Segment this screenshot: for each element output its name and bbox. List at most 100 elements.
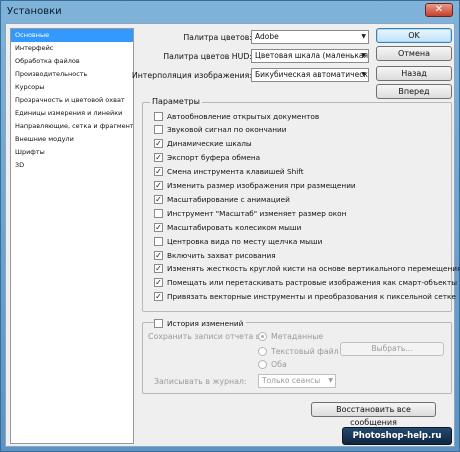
option-label: Изменить размер изображения при размещен…	[167, 181, 356, 190]
preferences-window: Установки ✕ Основные Интерфейс Обработка ф…	[0, 0, 460, 452]
chevron-down-icon: ▼	[361, 33, 366, 40]
category-list[interactable]: Основные Интерфейс Обработка файлов Произво…	[10, 28, 134, 444]
interpolation-value: Бикубическая автоматическая	[255, 70, 369, 79]
option-row[interactable]: ✓ Изменить размер изображения при размеще…	[154, 180, 356, 192]
interpolation-select[interactable]: Бикубическая автоматическая ▼	[251, 68, 369, 82]
save-to-label: Сохранить записи отчета в:	[148, 331, 263, 341]
checkbox-unchecked[interactable]	[154, 208, 163, 218]
option-row[interactable]: Центровка вида по месту щелчка мыши	[154, 235, 322, 247]
option-label: Изменять жесткость круглой кисти на осно…	[167, 264, 460, 274]
radio-both[interactable]	[258, 359, 267, 369]
radio-both-row[interactable]: Оба	[258, 357, 287, 371]
history-checkbox[interactable]	[154, 318, 163, 328]
watermark-logo: Photoshop-help.ru	[342, 427, 452, 445]
interpolation-label: Интерполяция изображения:	[131, 70, 252, 80]
cancel-button[interactable]: Отмена	[376, 46, 452, 61]
radio-metadata-label: Метаданные	[271, 331, 324, 341]
radio-textfile-label: Текстовый файл	[271, 346, 339, 356]
checkbox-checked[interactable]: ✓	[154, 264, 163, 274]
option-label: Динамические шкалы	[167, 139, 252, 149]
hud-picker-select[interactable]: Цветовая шкала (маленькая) ▼	[251, 49, 369, 63]
nav-item[interactable]: Единицы измерения и линейки	[11, 107, 133, 120]
checkbox-checked[interactable]: ✓	[154, 278, 163, 288]
checkbox-unchecked[interactable]	[154, 111, 163, 121]
checkbox-checked[interactable]: ✓	[154, 139, 163, 149]
hud-picker-row: Палитра цветов HUD:	[128, 49, 252, 63]
option-row[interactable]: ✓ Масштабировать колесиком мыши	[154, 221, 301, 233]
reset-warnings-button[interactable]: Восстановить все сообщения	[311, 402, 436, 427]
checkbox-checked[interactable]: ✓	[154, 222, 163, 232]
checkbox-checked[interactable]: ✓	[154, 194, 163, 204]
radio-metadata-row[interactable]: Метаданные	[258, 329, 323, 343]
option-label: Центровка вида по месту щелчка мыши	[167, 236, 323, 246]
option-row[interactable]: ✓ Экспорт буфера обмена	[154, 152, 260, 164]
color-picker-label: Палитра цветов:	[183, 32, 252, 42]
nav-item[interactable]: Основные	[11, 29, 133, 42]
option-row[interactable]: Автообновление открытых документов	[154, 110, 319, 122]
option-label: Помещать или перетаскивать растровые изо…	[167, 278, 457, 288]
color-picker-value: Adobe	[255, 32, 279, 41]
option-label: Экспорт буфера обмена	[167, 153, 261, 163]
save-to-row: Сохранить записи отчета в:	[148, 329, 263, 343]
ok-button[interactable]: OK	[376, 28, 452, 43]
option-row[interactable]: ✓ Масштабирование с анимацией	[154, 193, 290, 205]
log-value: Только сеансы	[262, 376, 321, 385]
option-label: Привязать векторные инструменты и преобр…	[167, 292, 456, 302]
radio-both-label: Оба	[271, 359, 287, 369]
checkbox-checked[interactable]: ✓	[154, 153, 163, 163]
interpolation-row: Интерполяция изображения:	[128, 68, 252, 82]
hud-picker-label: Палитра цветов HUD:	[163, 51, 252, 61]
nav-item[interactable]: Курсоры	[11, 81, 133, 94]
hud-picker-value: Цветовая шкала (маленькая)	[255, 51, 369, 60]
log-row: Записывать в журнал:	[154, 374, 247, 388]
options-group-title: Параметры	[150, 97, 202, 106]
option-label: Звуковой сигнал по окончании	[167, 125, 287, 135]
checkbox-checked[interactable]: ✓	[154, 292, 163, 302]
option-row[interactable]: ✓ Включить захват рисования	[154, 249, 276, 261]
checkbox-checked[interactable]: ✓	[154, 250, 163, 260]
option-row[interactable]: ✓ Привязать векторные инструменты и преоб…	[154, 291, 456, 303]
option-row[interactable]: ✓ Динамические шкалы	[154, 138, 252, 150]
window-title: Установки	[7, 5, 62, 17]
option-label: Включить захват рисования	[167, 250, 276, 260]
browse-button[interactable]: Выбрать...	[340, 342, 444, 356]
checkbox-checked[interactable]: ✓	[154, 181, 163, 190]
chevron-down-icon: ▼	[361, 52, 366, 59]
option-label: Автообновление открытых документов	[167, 111, 320, 121]
option-row[interactable]: ✓ Помещать или перетаскивать растровые из…	[154, 277, 457, 289]
nav-item[interactable]: Прозрачность и цветовой охват	[11, 94, 133, 107]
option-row[interactable]: Звуковой сигнал по окончании	[154, 124, 287, 136]
chevron-down-icon: ▼	[361, 71, 366, 78]
title-bar[interactable]: Установки ✕	[1, 1, 459, 21]
option-row[interactable]: ✓ Смена инструмента клавишей Shift	[154, 166, 304, 178]
option-label: Масштабировать колесиком мыши	[167, 222, 302, 232]
option-row[interactable]: Инструмент "Масштаб" изменяет размер око…	[154, 207, 346, 219]
back-button[interactable]: Назад	[376, 66, 452, 81]
history-checkbox-label: История изменений	[167, 318, 244, 328]
nav-item[interactable]: Производительность	[11, 68, 133, 81]
option-row[interactable]: ✓ Изменять жесткость круглой кисти на осн…	[154, 263, 460, 275]
history-checkbox-row[interactable]: История изменений	[154, 317, 247, 329]
radio-metadata[interactable]	[258, 331, 267, 341]
nav-item[interactable]: Направляющие, сетка и фрагменты	[11, 120, 133, 133]
checkbox-unchecked[interactable]	[154, 125, 163, 135]
log-select[interactable]: Только сеансы ▼	[258, 374, 336, 388]
checkbox-unchecked[interactable]	[154, 236, 163, 246]
radio-textfile-row[interactable]: Текстовый файл	[258, 344, 339, 358]
nav-item[interactable]: 3D	[11, 159, 133, 172]
nav-item[interactable]: Шрифты	[11, 146, 133, 159]
checkbox-checked[interactable]: ✓	[154, 167, 163, 177]
close-button[interactable]: ✕	[425, 3, 453, 17]
option-label: Масштабирование с анимацией	[167, 194, 290, 204]
color-picker-row: Палитра цветов:	[128, 30, 252, 44]
nav-item[interactable]: Интерфейс	[11, 42, 133, 55]
option-label: Смена инструмента клавишей Shift	[167, 167, 304, 177]
option-label: Инструмент "Масштаб" изменяет размер око…	[167, 208, 347, 218]
nav-item[interactable]: Обработка файлов	[11, 55, 133, 68]
nav-item[interactable]: Внешние модули	[11, 133, 133, 146]
radio-textfile[interactable]	[258, 346, 267, 356]
chevron-down-icon: ▼	[328, 377, 333, 384]
log-label: Записывать в журнал:	[154, 376, 247, 386]
forward-button[interactable]: Вперед	[376, 84, 452, 99]
color-picker-select[interactable]: Adobe ▼	[251, 30, 369, 44]
